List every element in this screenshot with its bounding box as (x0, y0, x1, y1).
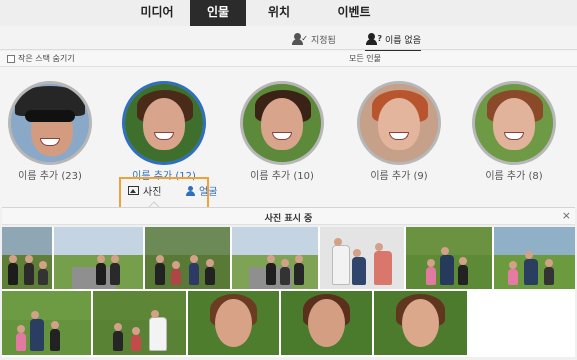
photo-thumbnail[interactable] (232, 227, 318, 289)
person-icon (186, 185, 195, 196)
face-label-3[interactable]: 이름 추가 (10) (237, 167, 327, 182)
filter-unnamed-label: 이름 없음 (385, 35, 421, 46)
tab-events[interactable]: 이벤트 (312, 0, 396, 26)
photo-thumbnail[interactable] (406, 227, 492, 289)
people-filter-bar: ✓ 지정됨 ? 이름 없음 (0, 26, 577, 52)
photos-panel-title: 사진 표시 중 (264, 214, 313, 224)
face-stack-1[interactable] (8, 81, 92, 165)
photos-panel-header: 사진 표시 중 × (2, 207, 575, 225)
tab-people[interactable]: 인물 (190, 0, 246, 26)
photo-thumbnail[interactable] (281, 291, 372, 355)
show-photos-label: 사진 (143, 187, 162, 198)
filter-unnamed[interactable]: ? 이름 없음 (365, 30, 421, 52)
face-label-1[interactable]: 이름 추가 (23) (5, 167, 95, 182)
face-stack-3[interactable] (240, 81, 324, 165)
show-faces-button[interactable]: 얼굴 (186, 183, 217, 198)
view-tab-bar: 미디어 인물 위치 이벤트 (0, 0, 577, 26)
photo-thumbnail[interactable] (374, 291, 467, 355)
face-stack-2[interactable] (122, 81, 206, 165)
photo-thumbnail[interactable] (2, 227, 52, 289)
face-stack-4[interactable] (357, 81, 441, 165)
person-check-icon: ✓ (291, 33, 308, 45)
face-label-5[interactable]: 이름 추가 (8) (469, 167, 559, 182)
all-people-label[interactable]: 모든 인물 (349, 53, 381, 64)
show-photos-button[interactable]: 사진 (128, 183, 161, 198)
photo-thumbnail[interactable] (188, 291, 279, 355)
tab-places[interactable]: 위치 (246, 0, 312, 26)
photo-thumbnail[interactable] (494, 227, 575, 289)
photo-thumbnail[interactable] (320, 227, 404, 289)
photo-grid (2, 227, 575, 357)
hide-small-stacks-label: 작은 스택 숨기기 (18, 54, 75, 63)
photo-thumbnail[interactable] (2, 291, 91, 355)
close-icon[interactable]: × (562, 209, 571, 222)
filter-named[interactable]: ✓ 지정됨 (291, 30, 336, 48)
tab-media[interactable]: 미디어 (124, 0, 190, 26)
face-label-4[interactable]: 이름 추가 (9) (354, 167, 444, 182)
view-tabs: 미디어 인물 위치 이벤트 (124, 0, 396, 26)
photo-thumbnail[interactable] (54, 227, 143, 289)
photo-thumbnail[interactable] (93, 291, 186, 355)
hide-small-stacks-checkbox[interactable] (7, 55, 15, 63)
photo-thumbnail[interactable] (145, 227, 230, 289)
face-stack-5[interactable] (472, 81, 556, 165)
person-question-icon: ? (365, 33, 382, 45)
show-faces-label: 얼굴 (199, 187, 218, 198)
photo-icon (128, 186, 139, 195)
options-bar: 작은 스택 숨기기 모든 인물 (0, 51, 577, 67)
filter-named-label: 지정됨 (311, 35, 336, 46)
face-stacks: 이름 추가 (23) 이름 추가 (12) 이름 추가 (10) 이름 추가 (… (0, 67, 577, 209)
